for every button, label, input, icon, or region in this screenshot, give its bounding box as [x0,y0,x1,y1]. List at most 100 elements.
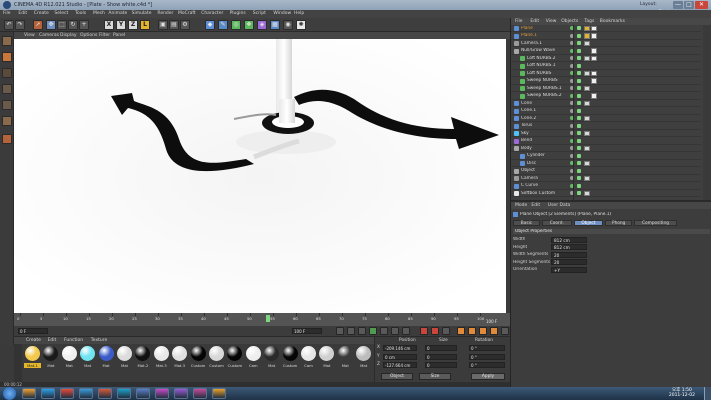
taskbar-app-icon[interactable] [193,388,207,399]
material-swatch[interactable]: Mat [98,346,115,373]
material-swatch[interactable]: Custom [282,346,299,373]
taskbar-app-icon[interactable] [155,388,169,399]
object-row[interactable]: Body [511,145,701,153]
check-icon[interactable] [577,33,581,38]
menu-select[interactable]: Select [54,11,68,16]
viewport-menu-filter[interactable]: Filter [99,33,110,38]
material-swatch[interactable]: Mat [42,346,59,373]
taskbar-app-icon[interactable] [41,388,55,399]
check-icon[interactable] [577,183,581,188]
object-row[interactable]: Softbox Custom [511,190,701,198]
material-tag-icon[interactable] [584,100,590,106]
show-desktop-button[interactable] [704,387,711,400]
render-settings-button[interactable]: ⚙ [180,20,190,30]
object-row[interactable]: Object [511,168,701,175]
y-axis-button[interactable]: Y [116,20,126,30]
start-button[interactable] [3,387,16,400]
mm-menu-create[interactable]: Create [26,338,41,343]
points-mode-icon[interactable] [2,84,12,94]
material-panel-handle[interactable] [14,344,22,383]
menu-plugins[interactable]: Plugins [230,11,246,16]
am-menu-mode[interactable]: Mode [515,203,527,208]
taskbar-app-icon[interactable] [98,388,112,399]
autokey-button[interactable] [431,327,439,335]
texture-tag-icon[interactable] [591,33,597,39]
material-tag-icon[interactable] [584,115,590,121]
check-icon[interactable] [577,71,581,76]
material-swatch[interactable]: Custom [226,346,243,373]
texture-tag-icon[interactable] [591,78,597,84]
edges-mode-icon[interactable] [2,100,12,110]
om-menu-edit[interactable]: Edit [530,19,539,24]
object-row[interactable]: Loft NURBS.2 [511,55,701,63]
check-icon[interactable] [577,63,581,68]
material-swatch[interactable]: Mat [318,346,335,373]
check-icon[interactable] [577,26,581,31]
workplane-icon[interactable] [2,68,12,78]
check-icon[interactable] [577,191,581,196]
menu-tools[interactable]: Tools [75,11,86,16]
coord-mode-object-select[interactable]: Object [381,373,413,380]
check-icon[interactable] [577,108,581,113]
object-row[interactable]: Loft NURBS [511,70,701,78]
rotation-y-input[interactable]: 0 ° [469,353,505,360]
check-icon[interactable] [577,131,581,136]
scale-key-button[interactable] [468,327,476,335]
menu-edit[interactable]: Edit [18,11,27,16]
texture-tag-icon[interactable] [591,25,597,31]
position-y-input[interactable]: 0 cm [383,353,417,360]
material-tag-icon[interactable] [584,130,590,136]
size-x-input[interactable]: 0 [425,345,457,351]
material-swatch[interactable]: Mat.2 [134,346,151,373]
object-row[interactable]: Camera [511,175,701,183]
texture-tag-icon[interactable] [591,55,597,61]
mm-menu-texture[interactable]: Texture [91,338,107,343]
menu-animate[interactable]: Animate [108,11,127,16]
taskbar-clock[interactable]: 오후 1:50 2011-12-02 [669,388,695,398]
check-icon[interactable] [577,56,581,61]
material-swatch[interactable]: Cam [245,346,262,373]
check-icon[interactable] [577,93,581,98]
tab-compositing[interactable]: Compositing [634,220,677,226]
check-icon[interactable] [577,153,581,158]
size-y-input[interactable]: 0 [425,353,457,360]
material-tag-icon[interactable] [584,33,590,39]
check-icon[interactable] [577,86,581,91]
array-icon[interactable]: ❖ [244,20,254,30]
menu-create[interactable]: Create [34,11,49,16]
om-menu-bookmarks[interactable]: Bookmarks [600,19,625,24]
object-row[interactable]: Null/Grow Wave [511,48,701,55]
3d-viewport[interactable] [14,39,506,313]
check-icon[interactable] [577,48,581,53]
mm-menu-function[interactable]: Function [64,338,83,343]
polygons-mode-icon[interactable] [2,116,12,126]
object-row[interactable]: Disc [511,160,701,168]
redo-button[interactable]: ↷ [15,20,25,30]
object-row[interactable]: Cylinder [511,153,701,160]
material-swatch[interactable]: Mat [61,346,78,373]
menu-mesh[interactable]: Mesh [93,11,105,16]
menu-simulate[interactable]: Simulate [132,11,152,16]
object-row[interactable]: Bend [511,138,701,145]
live-select-button[interactable]: ➚ [33,20,43,30]
check-icon[interactable] [577,168,581,173]
material-swatch[interactable]: Custom [208,346,225,373]
tab-object[interactable]: Object [573,220,604,226]
menu-file[interactable]: File [3,11,11,16]
next-key-button[interactable] [391,327,399,335]
cube-icon[interactable]: ◆ [205,20,215,30]
material-swatch[interactable]: Mat [116,346,133,373]
material-swatch[interactable]: Mat.3 [153,346,170,373]
object-row[interactable]: Plane.1 [511,33,701,40]
am-menu-edit[interactable]: Edit [531,203,540,208]
om-menu-view[interactable]: View [546,19,557,24]
size-z-input[interactable]: 0 [425,362,457,368]
rotation-x-input[interactable]: 0 ° [469,345,505,351]
object-row[interactable]: Sky [511,130,701,138]
menu-mocraft[interactable]: MoCraft [178,11,196,16]
pla-key-button[interactable] [501,327,509,335]
record-button[interactable] [420,327,428,335]
om-menu-file[interactable]: File [515,19,523,24]
scale-tool-button[interactable]: ⬚ [57,20,67,30]
check-icon[interactable] [577,116,581,121]
